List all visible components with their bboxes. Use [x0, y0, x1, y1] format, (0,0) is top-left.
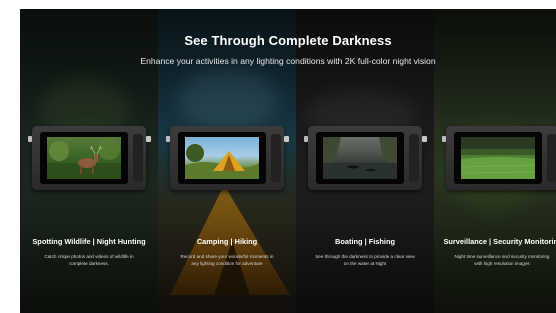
feature-title-camping: Camping | Hiking — [196, 237, 258, 246]
feature-desc-camping: Record and share your wonderful moments … — [180, 254, 274, 266]
night-vision-device-boating — [304, 126, 427, 190]
device-screen — [40, 132, 128, 184]
night-vision-device-wildlife — [28, 126, 151, 190]
night-vision-banner: See Through Complete Darkness Enhance yo… — [20, 9, 556, 313]
feature-desc-surveillance: Night time surveillance and security mon… — [454, 254, 550, 266]
night-vision-device-surveillance — [442, 126, 556, 190]
feature-title-wildlife: Spotting Wildlife | Night Hunting — [32, 237, 146, 246]
banner-subheadline: Enhance your activities in any lighting … — [140, 56, 436, 66]
deer-in-forest-image — [47, 137, 121, 179]
night-vision-device-camping — [166, 126, 289, 190]
boats-on-river-image — [323, 137, 397, 179]
feature-title-boating: Boating | Fishing — [335, 237, 395, 246]
feature-title-surveillance: Surveillance | Security Monitoring — [443, 237, 556, 246]
feature-desc-wildlife: Catch crispe photos and videos of wildli… — [44, 254, 134, 266]
tent-in-field-image — [185, 137, 259, 179]
feature-desc-boating: See through the darkness to provide a cl… — [315, 254, 415, 266]
device-screen — [178, 132, 266, 184]
banner-headline: See Through Complete Darkness — [184, 33, 392, 48]
device-screen — [316, 132, 404, 184]
field-landscape-image — [461, 137, 535, 179]
device-screen — [454, 132, 542, 184]
